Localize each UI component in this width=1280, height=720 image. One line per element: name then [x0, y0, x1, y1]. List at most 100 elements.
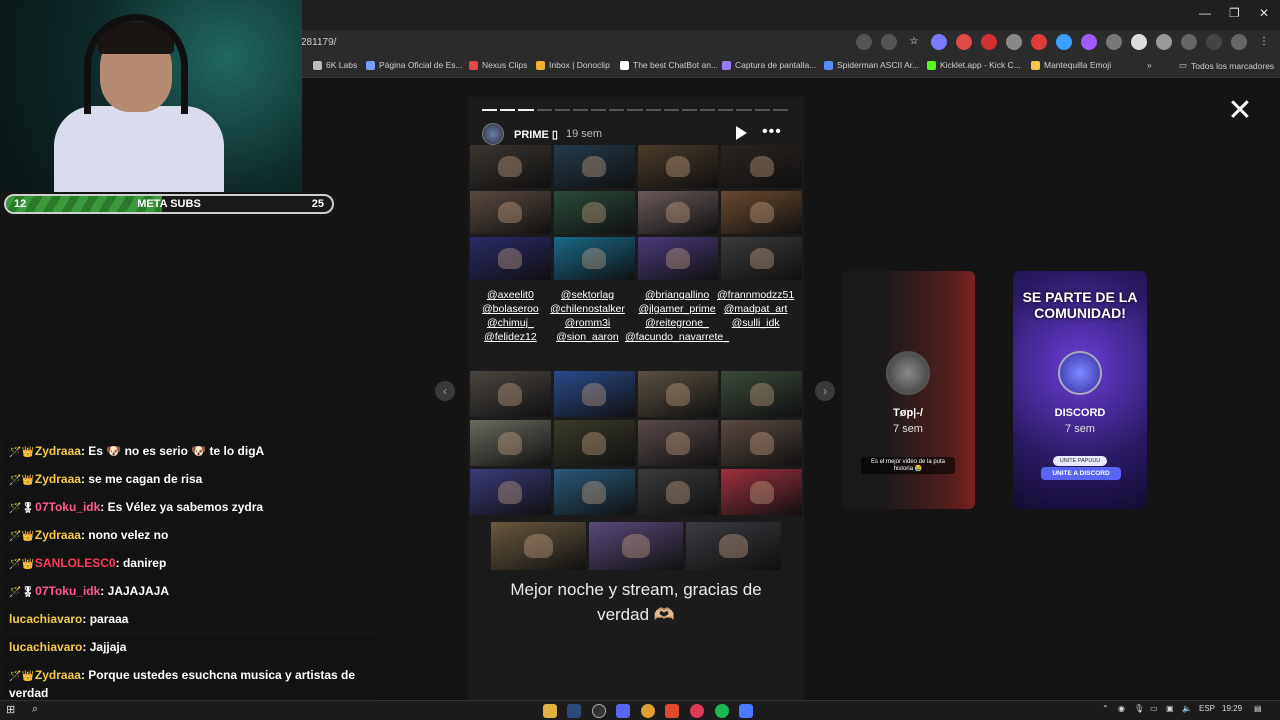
sidebar-icon[interactable] — [1206, 34, 1222, 50]
tags-col-4: @frannmodzz51 @madpat_art @sulli_idk — [717, 289, 794, 329]
user-tag[interactable]: @bolaseroo — [482, 303, 539, 315]
bookmark-item[interactable]: The best ChatBot an... — [620, 60, 718, 70]
photo-grid-top — [470, 145, 802, 280]
progress-segment — [500, 109, 516, 111]
extension-icon[interactable] — [1081, 34, 1097, 50]
grid-photo — [553, 469, 635, 515]
user-tag[interactable]: @chimuj_ — [482, 317, 539, 329]
prev-story-arrow-icon[interactable]: ‹ — [435, 381, 455, 401]
story-progress — [482, 109, 788, 111]
star-icon[interactable]: ☆ — [906, 34, 922, 50]
search-icon[interactable]: ⌕ — [32, 703, 38, 716]
play-icon[interactable] — [736, 126, 747, 140]
chat-message: 🪄🎖07Toku_idk: Es Vélez ya sabemos zydra — [3, 495, 378, 521]
url-text[interactable]: 281179/ — [301, 37, 336, 48]
clock[interactable]: 19:29 — [1222, 704, 1242, 713]
chrome-icon[interactable] — [641, 704, 655, 718]
all-bookmarks-button[interactable]: ▭ Todos los marcadores — [1179, 60, 1274, 71]
bookmark-label: The best ChatBot an... — [633, 60, 719, 70]
avatar[interactable] — [482, 123, 504, 145]
chat-username: Zydraaa — [34, 528, 81, 542]
chat-username: 07Toku_idk — [35, 500, 101, 514]
network-icon[interactable]: ▣ — [1166, 704, 1174, 713]
chat-message: lucachiavaro: Jajjaja — [3, 635, 378, 660]
more-bookmarks-icon[interactable]: » — [1147, 60, 1152, 70]
profile-icon[interactable] — [1231, 34, 1247, 50]
bookmark-item[interactable]: 6K Labs — [313, 60, 357, 70]
user-tag[interactable]: @reitegrone_ — [625, 317, 729, 329]
bookmark-item[interactable]: Inbox | Donoclip — [536, 60, 610, 70]
story-card-tp[interactable]: Tøp|-/ 7 sem Es el mejor video de la put… — [841, 271, 975, 509]
close-icon[interactable]: ✕ — [1226, 96, 1254, 126]
user-tag[interactable]: @jlgamer_prime — [625, 303, 729, 315]
spotify-icon[interactable] — [715, 704, 729, 718]
chat-overlay: 🪄👑Zydraaa: Es 🐶 no es serio 🐶 te lo digA… — [3, 437, 378, 706]
language-indicator[interactable]: ESP — [1199, 704, 1215, 713]
chevron-up-icon[interactable]: ⌃ — [1102, 704, 1109, 713]
bookmark-item[interactable]: Captura de pantalla... — [722, 60, 816, 70]
windows-start-icon[interactable]: ⊞ — [6, 703, 15, 716]
chat-text: se me cagan de risa — [88, 472, 203, 486]
brave-icon[interactable] — [665, 704, 679, 718]
subs-goal: 25 — [311, 198, 324, 210]
battery-icon[interactable]: ▭ — [1150, 704, 1158, 713]
user-tag[interactable]: @sulli_idk — [717, 317, 794, 329]
tray-icon[interactable]: ◉ — [1118, 704, 1125, 713]
install-icon[interactable] — [856, 34, 872, 50]
user-tag[interactable]: @madpat_art — [717, 303, 794, 315]
extension-icon[interactable] — [931, 34, 947, 50]
menu-icon[interactable]: ⋮ — [1256, 34, 1272, 50]
extension-icon[interactable] — [1006, 34, 1022, 50]
grid-photo — [491, 522, 586, 570]
extension-icon[interactable] — [956, 34, 972, 50]
notification-icon[interactable]: ▤ — [1254, 704, 1262, 713]
app-icon[interactable] — [739, 704, 753, 718]
story-username[interactable]: PRIME ▯ — [514, 128, 558, 141]
media-player-icon[interactable] — [690, 704, 704, 718]
user-tag[interactable]: @felidez12 — [482, 331, 539, 343]
user-tag[interactable]: @chilenostalker — [550, 303, 625, 315]
extension-icon[interactable] — [1031, 34, 1047, 50]
extension-icon[interactable] — [981, 34, 997, 50]
progress-segment — [772, 109, 788, 111]
volume-icon[interactable]: 🔈 — [1182, 704, 1192, 713]
bookmark-item[interactable]: Nexus Clips — [469, 60, 527, 70]
chat-message: 🪄👑Zydraaa: nono velez no — [3, 523, 378, 549]
folder-icon[interactable] — [543, 704, 557, 718]
steam-icon[interactable] — [567, 704, 581, 718]
progress-segment — [754, 109, 770, 111]
user-tag[interactable]: @briangallino — [625, 289, 729, 301]
user-tag[interactable]: @sion_aaron — [550, 331, 625, 343]
chat-text: paraaa — [89, 612, 129, 626]
minimize-icon[interactable]: — — [1199, 6, 1211, 20]
extension-icon[interactable] — [1056, 34, 1072, 50]
user-tag[interactable]: @frannmodzz51 — [717, 289, 794, 301]
story-viewer[interactable]: PRIME ▯ 19 sem ••• @axeelit0 @bolaseroo @c… — [468, 97, 804, 700]
bookmark-item[interactable]: Mantequilla Emoji — [1031, 60, 1111, 70]
bookmark-item[interactable]: Spiderman ASCII Ar... — [824, 60, 919, 70]
microphone-icon[interactable]: 🎙 — [1134, 704, 1144, 713]
chat-username: SANLOLESC0 — [34, 556, 116, 570]
extension-icon[interactable] — [1106, 34, 1122, 50]
grid-photo — [637, 420, 719, 466]
chat-text: JAJAJAJA — [107, 584, 169, 598]
next-story-arrow-icon[interactable]: › — [815, 381, 835, 401]
chat-text: danirep — [122, 556, 167, 570]
extension-icon[interactable] — [1131, 34, 1147, 50]
extension-icon[interactable] — [1156, 34, 1172, 50]
obs-icon[interactable] — [592, 704, 606, 718]
bookmark-item[interactable]: Kicklet.app - Kick C... — [927, 60, 1021, 70]
user-tag[interactable]: @romm3i — [550, 317, 625, 329]
user-tag[interactable]: @axeelit0 — [482, 289, 539, 301]
user-tag[interactable]: @facundo_navarrete_ — [625, 331, 729, 343]
bookmark-item[interactable]: Página Oficial de Es... — [366, 60, 463, 70]
close-window-icon[interactable]: ✕ — [1259, 6, 1269, 20]
zoom-icon[interactable] — [881, 34, 897, 50]
discord-icon[interactable] — [616, 704, 630, 718]
user-tag[interactable]: @sektorlag — [550, 289, 625, 301]
restore-icon[interactable]: ❐ — [1229, 6, 1240, 20]
story-card-discord[interactable]: SE PARTE DE LA COMUNIDAD! DISCORD 7 sem … — [1013, 271, 1147, 509]
more-options-icon[interactable]: ••• — [762, 123, 782, 141]
user-badges-icon: 🪄👑 — [9, 475, 34, 486]
puzzle-icon[interactable] — [1181, 34, 1197, 50]
